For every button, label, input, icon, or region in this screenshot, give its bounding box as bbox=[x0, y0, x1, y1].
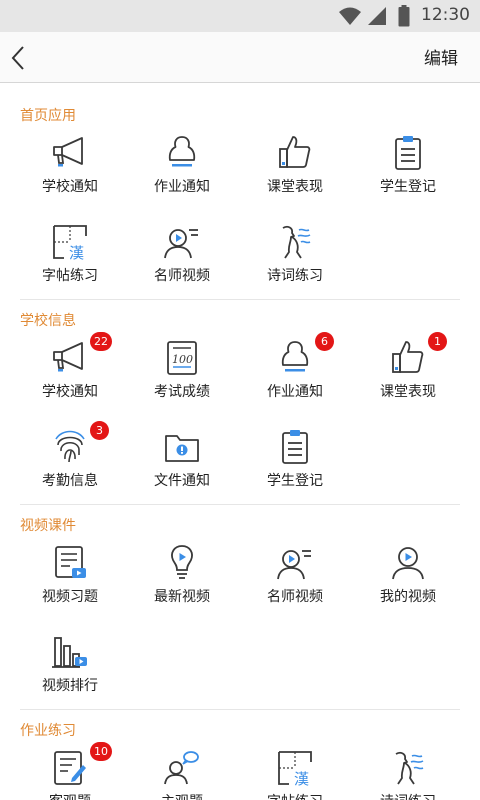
app-label: 名师视频 bbox=[154, 268, 210, 284]
app-label: 名师视频 bbox=[267, 589, 323, 605]
calligraphy-grid-icon: 漢 bbox=[53, 225, 87, 262]
section-title: 学校信息 bbox=[20, 313, 76, 329]
cellular-signal-icon bbox=[368, 7, 386, 25]
megaphone-icon bbox=[53, 342, 83, 372]
app-item[interactable]: 诗词练习 bbox=[239, 222, 351, 302]
app-item[interactable]: 名师视频 bbox=[239, 543, 351, 623]
app-item[interactable]: 文件通知 bbox=[126, 427, 238, 507]
app-label: 视频排行 bbox=[42, 678, 98, 694]
notification-badge: 1 bbox=[428, 332, 447, 351]
app-item[interactable]: 漢 字帖练习 bbox=[239, 748, 351, 800]
app-label: 作业通知 bbox=[154, 179, 210, 195]
objective-edit-icon bbox=[54, 751, 86, 785]
subjective-chat-icon bbox=[164, 751, 199, 785]
score-paper-icon: 100 bbox=[167, 341, 197, 375]
app-item[interactable]: 22 学校通知 bbox=[14, 332, 126, 418]
notification-badge: 22 bbox=[90, 332, 112, 351]
clipboard-icon bbox=[395, 136, 421, 170]
svg-text:漢: 漢 bbox=[294, 770, 309, 788]
bar-ranking-icon bbox=[52, 637, 87, 668]
app-label: 主观题 bbox=[126, 791, 238, 800]
notification-badge: 6 bbox=[315, 332, 334, 351]
app-item[interactable]: 主观题 bbox=[126, 748, 238, 800]
section-divider bbox=[20, 504, 460, 505]
person-icon bbox=[168, 136, 196, 167]
header-bar: 编辑 bbox=[0, 32, 480, 83]
notification-badge: 10 bbox=[90, 742, 112, 761]
video-exercise-icon bbox=[55, 546, 86, 578]
app-label: 考试成绩 bbox=[154, 384, 210, 400]
back-arrow-icon[interactable] bbox=[8, 42, 32, 74]
app-item[interactable]: 最新视频 bbox=[126, 543, 238, 623]
app-item[interactable]: 6 作业通知 bbox=[239, 332, 351, 418]
app-label: 学生登记 bbox=[267, 473, 323, 489]
folder-icon bbox=[165, 435, 199, 462]
app-label: 学生登记 bbox=[380, 179, 436, 195]
app-label: 字帖练习 bbox=[42, 268, 98, 284]
thumbs-up-icon bbox=[279, 136, 311, 168]
app-item[interactable]: 漢 字帖练习 bbox=[14, 222, 126, 302]
section-divider bbox=[20, 299, 460, 300]
app-item[interactable]: 视频习题 bbox=[14, 543, 126, 623]
teacher-video-icon bbox=[164, 229, 198, 259]
app-label: 文件通知 bbox=[154, 473, 210, 489]
clipboard-icon bbox=[282, 430, 308, 464]
app-item[interactable]: 3 考勤信息 bbox=[14, 421, 126, 507]
notification-badge: 3 bbox=[90, 421, 109, 440]
app-label: 学校通知 bbox=[42, 179, 98, 195]
app-item[interactable]: 10 客观题 bbox=[14, 742, 126, 800]
app-label: 字帖练习 bbox=[239, 791, 351, 800]
svg-text:漢: 漢 bbox=[69, 244, 84, 262]
app-label: 课堂表现 bbox=[267, 179, 323, 195]
section-divider bbox=[20, 709, 460, 710]
app-item[interactable]: 作业通知 bbox=[126, 133, 238, 213]
app-grid: 首页应用 学校通知 作业通知 课堂表现 学生登记 漢 字帖练习 名师视频 诗词练… bbox=[0, 83, 480, 800]
status-bar: 12:30 bbox=[0, 0, 480, 32]
app-item[interactable]: 学生登记 bbox=[239, 427, 351, 507]
calligraphy-grid-icon: 漢 bbox=[278, 751, 312, 788]
battery-icon bbox=[398, 5, 410, 27]
thumbs-up-icon bbox=[392, 341, 424, 373]
status-time: 12:30 bbox=[421, 5, 470, 25]
megaphone-icon bbox=[53, 137, 83, 167]
app-item[interactable]: 诗词练习 bbox=[352, 748, 464, 800]
app-label: 最新视频 bbox=[154, 589, 210, 605]
app-item[interactable]: 100 考试成绩 bbox=[126, 338, 238, 418]
app-label: 学校通知 bbox=[42, 384, 98, 400]
app-item[interactable]: 课堂表现 bbox=[239, 133, 351, 213]
svg-text:100: 100 bbox=[172, 353, 193, 366]
edit-button[interactable]: 编辑 bbox=[424, 44, 458, 69]
app-label: 视频习题 bbox=[42, 589, 98, 605]
poetry-icon bbox=[282, 225, 311, 259]
app-item[interactable]: 学生登记 bbox=[352, 133, 464, 213]
teacher-video-icon bbox=[277, 550, 311, 580]
my-video-icon bbox=[392, 547, 424, 580]
lightbulb-icon bbox=[171, 545, 193, 579]
app-label: 课堂表现 bbox=[380, 384, 436, 400]
section-title: 视频课件 bbox=[20, 518, 76, 534]
person-icon bbox=[281, 341, 309, 372]
app-label: 客观题 bbox=[14, 791, 126, 800]
app-label: 作业通知 bbox=[267, 384, 323, 400]
app-label: 我的视频 bbox=[380, 589, 436, 605]
section-title: 作业练习 bbox=[20, 723, 76, 739]
wifi-icon bbox=[339, 7, 361, 25]
fingerprint-icon bbox=[55, 430, 85, 463]
app-item[interactable]: 1 课堂表现 bbox=[352, 332, 464, 418]
app-item[interactable]: 名师视频 bbox=[126, 222, 238, 302]
app-label: 诗词练习 bbox=[267, 268, 323, 284]
section-title: 首页应用 bbox=[20, 108, 76, 124]
app-item[interactable]: 我的视频 bbox=[352, 543, 464, 623]
app-item[interactable]: 学校通知 bbox=[14, 133, 126, 213]
poetry-icon bbox=[395, 751, 424, 785]
app-label: 诗词练习 bbox=[352, 791, 464, 800]
app-item[interactable]: 视频排行 bbox=[14, 632, 126, 712]
app-label: 考勤信息 bbox=[42, 473, 98, 489]
